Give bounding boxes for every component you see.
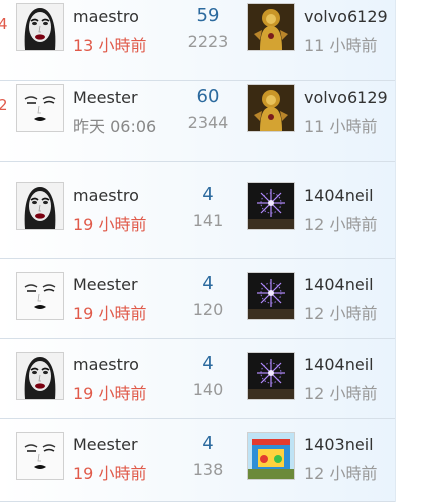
reply-count: 4 [202, 184, 214, 205]
author-name-link[interactable]: Meester [73, 435, 138, 454]
thread-row: 2 Meester 昨天 06:06 60 2344 volvo6129 11 … [0, 81, 395, 162]
thread-list: 4 maestro 13 小時前 59 2223 volvo6129 11 小時… [0, 0, 396, 502]
last-poster-link[interactable]: volvo6129 [304, 88, 388, 107]
thread-row: maestro 19 小時前 4 140 1404neil 12 小時前 [0, 339, 395, 419]
author-avatar[interactable] [16, 3, 64, 51]
author-avatar[interactable] [16, 182, 64, 230]
reply-count: 60 [196, 86, 220, 107]
last-post-time: 12 小時前 [304, 304, 378, 323]
thread-row: Meester 19 小時前 4 120 1404neil 12 小時前 [0, 259, 395, 339]
author-time: 19 小時前 [73, 215, 147, 234]
thread-row: Meester 19 小時前 4 138 1403neil 12 小時前 [0, 419, 395, 502]
woman-face-icon [17, 183, 63, 229]
author-name-link[interactable]: maestro [73, 7, 139, 26]
view-count: 2223 [187, 32, 229, 51]
last-poster-link[interactable]: 1404neil [304, 275, 374, 294]
view-count: 138 [192, 460, 224, 479]
author-time: 19 小時前 [73, 304, 147, 323]
author-name-link[interactable]: Meester [73, 88, 138, 107]
woman-face-icon [17, 4, 63, 50]
last-poster-link[interactable]: 1404neil [304, 355, 374, 374]
sketch-face-icon [17, 273, 63, 319]
author-name-link[interactable]: maestro [73, 355, 139, 374]
last-poster-avatar[interactable] [247, 272, 295, 320]
view-count: 141 [192, 211, 224, 230]
author-time: 19 小時前 [73, 384, 147, 403]
last-poster-link[interactable]: 1404neil [304, 186, 374, 205]
last-post-time: 11 小時前 [304, 36, 378, 55]
view-count: 140 [192, 380, 224, 399]
reply-count: 59 [196, 5, 220, 26]
author-time: 13 小時前 [73, 36, 147, 55]
last-post-time: 12 小時前 [304, 464, 378, 483]
view-count: 120 [192, 300, 224, 319]
thread-row: maestro 19 小時前 4 141 1404neil 12 小時前 [0, 162, 395, 259]
fireworks-icon [248, 183, 294, 229]
golden-buddha-icon [248, 4, 294, 50]
author-avatar[interactable] [16, 84, 64, 132]
last-post-time: 12 小時前 [304, 384, 378, 403]
sketch-face-icon [17, 85, 63, 131]
author-name-link[interactable]: maestro [73, 186, 139, 205]
last-poster-avatar[interactable] [247, 432, 295, 480]
author-avatar[interactable] [16, 432, 64, 480]
reply-count: 4 [202, 433, 214, 454]
fireworks-icon [248, 273, 294, 319]
reply-count: 4 [202, 273, 214, 294]
last-post-time: 12 小時前 [304, 215, 378, 234]
last-poster-link[interactable]: 1403neil [304, 435, 374, 454]
author-time: 昨天 06:06 [73, 117, 157, 136]
reply-count: 4 [202, 353, 214, 374]
woman-face-icon [17, 353, 63, 399]
author-time: 19 小時前 [73, 464, 147, 483]
author-avatar[interactable] [16, 272, 64, 320]
golden-buddha-icon [248, 85, 294, 131]
fireworks-icon [248, 353, 294, 399]
sketch-face-icon [17, 433, 63, 479]
last-poster-avatar[interactable] [247, 3, 295, 51]
author-avatar[interactable] [16, 352, 64, 400]
last-poster-link[interactable]: volvo6129 [304, 7, 388, 26]
last-poster-avatar[interactable] [247, 182, 295, 230]
view-count: 2344 [187, 113, 229, 132]
last-poster-avatar[interactable] [247, 84, 295, 132]
bounce-house-icon [248, 433, 294, 479]
last-poster-avatar[interactable] [247, 352, 295, 400]
thread-row: 4 maestro 13 小時前 59 2223 volvo6129 11 小時… [0, 0, 395, 81]
row-left-mark: 4 [0, 15, 8, 33]
author-name-link[interactable]: Meester [73, 275, 138, 294]
row-left-mark: 2 [0, 96, 8, 114]
last-post-time: 11 小時前 [304, 117, 378, 136]
